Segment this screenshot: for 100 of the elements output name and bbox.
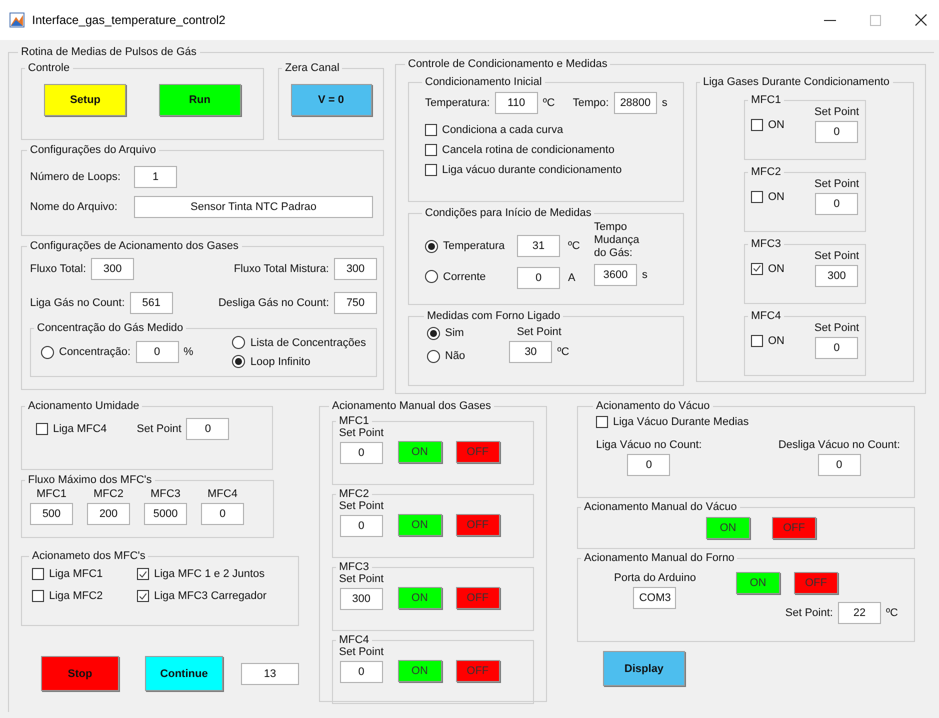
input-field[interactable]: 22 bbox=[838, 602, 881, 624]
radio-label: Loop Infinito bbox=[250, 356, 310, 368]
unit-label: s bbox=[662, 97, 668, 109]
input-field[interactable]: 110 bbox=[494, 92, 538, 114]
radio-button[interactable] bbox=[425, 270, 438, 283]
on-button[interactable]: ON bbox=[706, 517, 750, 539]
panel-title: MFC1 bbox=[338, 415, 370, 427]
input-field[interactable]: 750 bbox=[334, 292, 377, 314]
input-field[interactable]: 30 bbox=[509, 341, 552, 363]
checkbox[interactable] bbox=[32, 590, 44, 602]
field-label: Fluxo Total Mistura: bbox=[234, 263, 329, 275]
field-label: MFC4 bbox=[208, 488, 238, 500]
panel-title: Configurações de Acionamento dos Gases bbox=[29, 240, 240, 252]
input-field[interactable]: 561 bbox=[130, 292, 173, 314]
radio-button[interactable] bbox=[41, 346, 54, 358]
radio-button[interactable] bbox=[232, 355, 246, 368]
checkbox[interactable] bbox=[596, 416, 608, 428]
input-field[interactable]: 1 bbox=[134, 166, 177, 188]
radio-button[interactable] bbox=[425, 240, 438, 252]
radio-button[interactable] bbox=[427, 326, 440, 340]
checkbox[interactable] bbox=[137, 568, 149, 580]
checkbox[interactable] bbox=[137, 590, 149, 602]
panel-title: Acionameto dos MFC's bbox=[31, 550, 146, 562]
checkbox[interactable] bbox=[751, 190, 763, 202]
input-field[interactable]: 5000 bbox=[144, 503, 187, 525]
radio-label: Temperatura bbox=[443, 240, 505, 252]
checkbox[interactable] bbox=[425, 124, 437, 136]
input-field[interactable]: 500 bbox=[30, 503, 73, 525]
counter-field[interactable]: 13 bbox=[241, 662, 299, 684]
radio-label: Sim bbox=[445, 327, 464, 339]
panel-title: Condições para Início de Medidas bbox=[424, 207, 592, 219]
on-button[interactable]: ON bbox=[398, 660, 442, 682]
checkbox[interactable] bbox=[425, 164, 437, 176]
checkbox-label: Liga MFC3 Carregador bbox=[154, 590, 266, 602]
checkbox[interactable] bbox=[425, 144, 437, 156]
stop-button[interactable]: Stop bbox=[41, 656, 119, 691]
on-button[interactable]: ON bbox=[736, 572, 780, 594]
input-field[interactable]: 0 bbox=[815, 193, 858, 215]
checkbox[interactable] bbox=[36, 423, 48, 435]
panel-title: Controle de Condicionamento e Medidas bbox=[407, 58, 608, 70]
panel-title: MFC3 bbox=[338, 561, 370, 573]
unit-label: ºC bbox=[557, 346, 570, 358]
input-field[interactable]: 200 bbox=[87, 503, 130, 525]
field-label: Porta do Arduino bbox=[614, 572, 696, 584]
input-field[interactable]: 0 bbox=[517, 267, 560, 289]
checkbox[interactable] bbox=[751, 334, 763, 346]
checkbox-label: ON bbox=[768, 118, 784, 130]
checkbox[interactable] bbox=[32, 568, 44, 580]
input-field[interactable]: 0 bbox=[818, 454, 861, 476]
input-field[interactable]: 0 bbox=[136, 341, 179, 363]
field-label: Set Point bbox=[516, 326, 562, 338]
on-button[interactable]: ON bbox=[398, 587, 442, 609]
close-icon[interactable] bbox=[915, 14, 927, 26]
input-field[interactable]: 0 bbox=[340, 661, 383, 683]
input-field[interactable]: 300 bbox=[334, 258, 377, 280]
radio-label: Corrente bbox=[443, 270, 486, 282]
on-button[interactable]: ON bbox=[398, 441, 442, 463]
zero-button[interactable]: V = 0 bbox=[290, 84, 372, 116]
panel-title: Configurações do Arquivo bbox=[29, 144, 157, 156]
input-field[interactable]: Sensor Tinta NTC Padrao bbox=[134, 196, 373, 218]
on-button[interactable]: ON bbox=[398, 514, 442, 536]
checkbox-label: Liga vácuo durante condicionamento bbox=[442, 164, 622, 176]
input-field[interactable]: 0 bbox=[340, 442, 383, 464]
setup-button[interactable]: Setup bbox=[44, 84, 126, 116]
field-label: Tempo: bbox=[572, 97, 609, 109]
field-label: Set Point bbox=[136, 423, 182, 435]
input-field[interactable]: 0 bbox=[627, 454, 670, 476]
input-field[interactable]: 28800 bbox=[614, 92, 657, 114]
checkbox-label: ON bbox=[768, 262, 784, 274]
unit-label: ºC bbox=[542, 97, 555, 109]
input-field[interactable]: 0 bbox=[815, 337, 858, 359]
display-button[interactable]: Display bbox=[603, 651, 685, 686]
field-label: Tempo Mudança do Gás: bbox=[594, 221, 640, 260]
checkbox-label: Liga MFC1 bbox=[49, 568, 103, 580]
input-field[interactable]: 300 bbox=[815, 265, 858, 287]
input-field[interactable]: 0 bbox=[340, 515, 383, 537]
panel-title: MFC4 bbox=[338, 634, 370, 646]
input-field[interactable]: 0 bbox=[186, 418, 230, 440]
radio-button[interactable] bbox=[232, 336, 246, 349]
input-field[interactable]: 0 bbox=[201, 503, 244, 525]
panel-title: MFC1 bbox=[750, 94, 782, 106]
checkbox-label: Liga MFC 1 e 2 Juntos bbox=[154, 568, 265, 580]
input-field[interactable]: 300 bbox=[340, 588, 383, 610]
input-field[interactable]: 300 bbox=[91, 258, 134, 280]
continue-button[interactable]: Continue bbox=[145, 656, 223, 691]
input-field[interactable]: COM3 bbox=[633, 587, 676, 609]
input-field[interactable]: 0 bbox=[815, 121, 858, 143]
field-label: Liga Vácuo no Count: bbox=[596, 439, 702, 451]
radio-button[interactable] bbox=[427, 350, 440, 362]
checkbox[interactable] bbox=[751, 262, 763, 274]
run-button[interactable]: Run bbox=[158, 84, 241, 116]
checkbox-label: Liga Vácuo Durante Medias bbox=[613, 416, 749, 428]
app-icon bbox=[9, 12, 25, 28]
checkbox-label: Liga MFC2 bbox=[49, 590, 103, 602]
checkbox-label: ON bbox=[768, 334, 784, 346]
field-label: Set Point bbox=[814, 106, 859, 118]
input-field[interactable]: 31 bbox=[517, 235, 560, 257]
input-field[interactable]: 3600 bbox=[594, 264, 637, 286]
panel-title: Liga Gases Durante Condicionamento bbox=[702, 76, 891, 88]
checkbox[interactable] bbox=[751, 118, 763, 130]
